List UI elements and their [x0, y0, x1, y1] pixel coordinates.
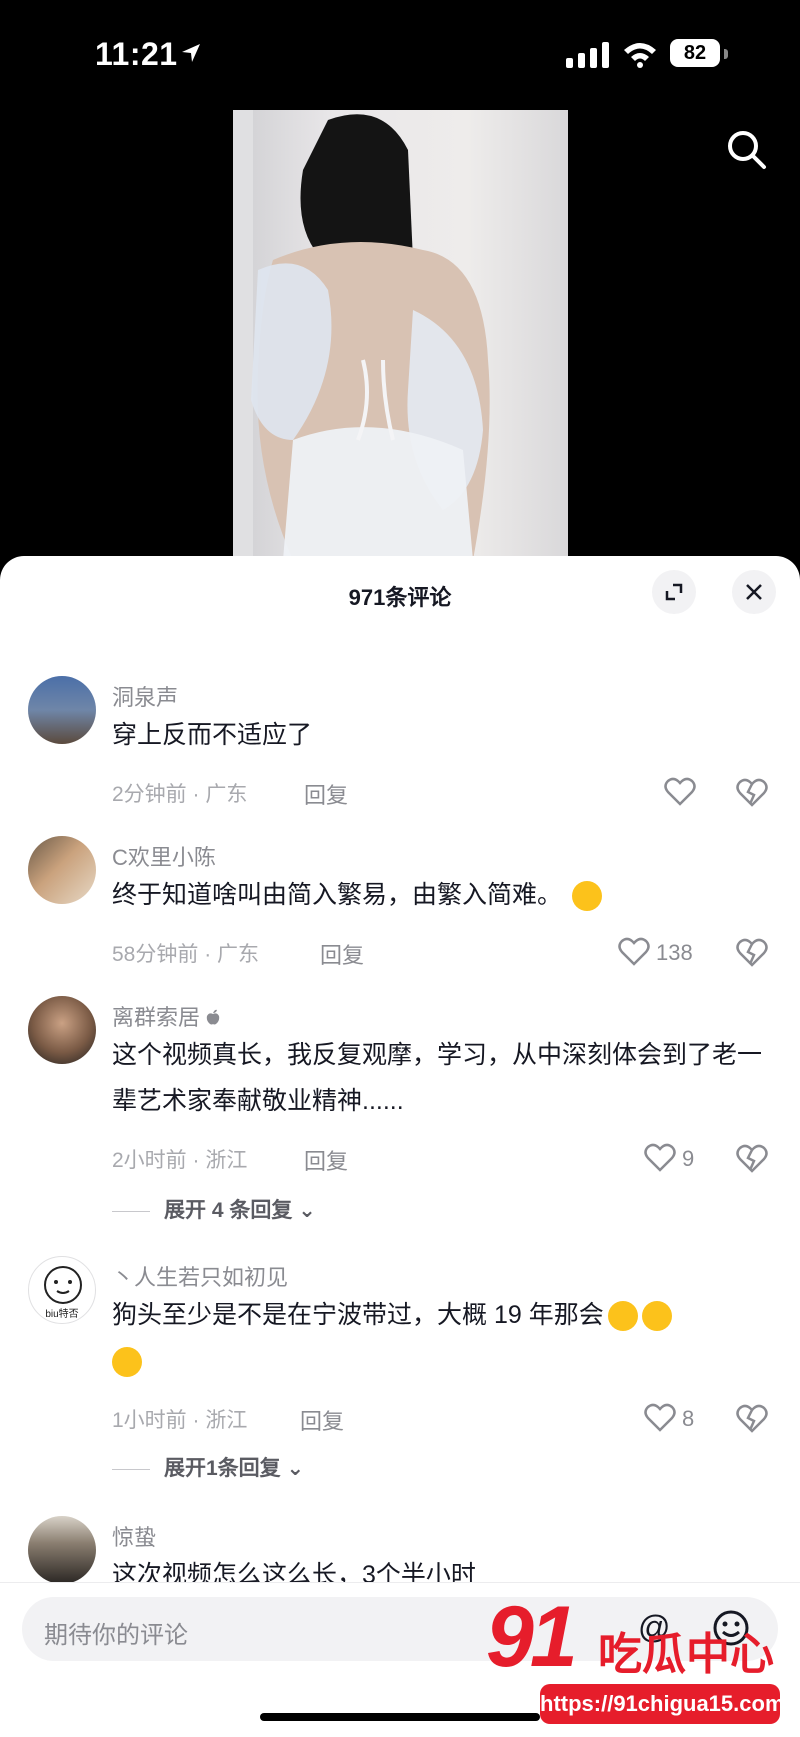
chevron-down-icon: ⌄	[298, 1199, 316, 1222]
expand-sheet-button[interactable]	[652, 570, 696, 614]
location-arrow-icon	[182, 44, 200, 62]
broken-heart-icon[interactable]	[736, 1142, 768, 1174]
comments-sheet: 971条评论 洞泉声 穿上反而不适应了 2分钟前 · 广东 回复 C欢里小陈 终…	[0, 556, 800, 1736]
status-time: 11:21	[95, 36, 178, 72]
watermark-logo: 91	[486, 1589, 578, 1685]
wifi-icon	[624, 43, 656, 68]
comment-time-location: 58分钟前 · 广东	[112, 943, 260, 966]
avatar[interactable]	[28, 996, 96, 1064]
watermark-url: https://91chigua15.com	[540, 1684, 785, 1724]
avatar[interactable]	[28, 1516, 96, 1584]
broken-heart-icon[interactable]	[736, 936, 768, 968]
status-bar: 11:21 82	[0, 0, 800, 110]
heart-icon	[664, 777, 696, 806]
reply-button[interactable]: 回复	[300, 1404, 344, 1436]
video-frame-illustration	[233, 110, 490, 560]
comment-username[interactable]: 离群索居	[112, 1000, 220, 1032]
comment-text: 狗头至少是不是在宁波带过，大概 19 年那会	[112, 1292, 762, 1384]
heart-icon	[644, 1143, 676, 1172]
watermark: 91 吃瓜中心 https://91chigua15.com	[480, 1588, 800, 1736]
like-button[interactable]: 8	[644, 1402, 714, 1434]
like-button[interactable]: 138	[618, 936, 708, 968]
comment-text: 这个视频真长，我反复观摩，学习，从中深刻体会到了老一辈艺术家奉献敬业精神....…	[112, 1041, 763, 1115]
comment-time-location: 2分钟前 · 广东	[112, 783, 248, 806]
avatar-caption: biu特否	[45, 1309, 79, 1320]
broken-heart-icon[interactable]	[736, 1402, 768, 1434]
chevron-down-icon: ⌄	[286, 1457, 305, 1480]
comment-username[interactable]: 丶人生若只如初见	[112, 1260, 288, 1292]
like-button[interactable]: 9	[644, 1142, 714, 1174]
comment-username[interactable]: 惊蛰	[112, 1520, 156, 1552]
smile-emoji-icon	[641, 1301, 672, 1332]
comment-text: 穿上反而不适应了	[112, 721, 313, 749]
heart-icon	[644, 1403, 676, 1432]
broken-heart-icon[interactable]	[736, 776, 768, 808]
comment-username[interactable]: C欢里小陈	[112, 840, 216, 872]
comment-username[interactable]: 洞泉声	[112, 680, 178, 712]
comment-time-location: 1小时前 · 浙江	[112, 1409, 248, 1432]
cellular-signal-icon	[566, 42, 609, 68]
search-icon[interactable]	[725, 128, 767, 170]
comment-time-location: 2小时前 · 浙江	[112, 1149, 248, 1172]
avatar[interactable]: biu特否	[28, 1256, 96, 1324]
expand-icon	[665, 583, 683, 601]
avatar[interactable]	[28, 836, 96, 904]
reply-button[interactable]: 回复	[320, 938, 364, 970]
like-count: 9	[682, 1146, 695, 1171]
smile-emoji-icon	[607, 1301, 638, 1332]
expand-replies-button[interactable]: 展开 4 条回复 ⌄	[112, 1194, 316, 1224]
close-icon	[746, 584, 762, 600]
watermark-slogan: 吃瓜中心	[598, 1630, 774, 1679]
like-count: 138	[656, 940, 693, 965]
video-player[interactable]	[233, 110, 568, 560]
expand-replies-button[interactable]: 展开1条回复 ⌄	[112, 1452, 304, 1482]
avatar[interactable]	[28, 676, 96, 744]
reply-button[interactable]: 回复	[304, 1144, 348, 1176]
heart-icon	[618, 937, 650, 966]
like-button[interactable]	[664, 776, 704, 808]
crying-emoji-icon	[572, 881, 603, 912]
comment-text: 终于知道啥叫由简入繁易，由繁入简难。	[112, 872, 762, 918]
close-sheet-button[interactable]	[732, 570, 776, 614]
battery-level: 82	[670, 39, 720, 67]
apple-icon	[206, 1009, 220, 1025]
reply-button[interactable]: 回复	[304, 778, 348, 810]
smile-emoji-icon	[112, 1347, 142, 1378]
like-count: 8	[682, 1406, 695, 1431]
battery-indicator: 82	[670, 39, 728, 69]
comment-input-placeholder: 期待你的评论	[44, 1622, 188, 1649]
